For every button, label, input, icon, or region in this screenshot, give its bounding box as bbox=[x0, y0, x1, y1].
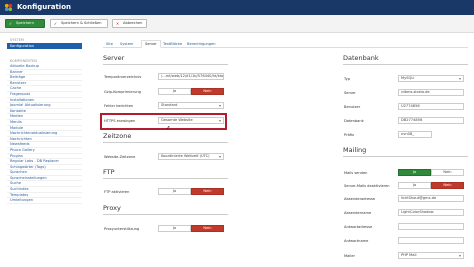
cancel-button[interactable]: ✕ Abbrechen bbox=[112, 19, 147, 28]
page-title: Konfiguration bbox=[17, 3, 71, 11]
toolbar: ✓ Speichern ✓ Speichern & Schließen ✕ Ab… bbox=[0, 15, 474, 33]
from-name-input[interactable]: LightColorShadow bbox=[398, 209, 464, 216]
proxy-yes-toggle[interactable]: Ja bbox=[158, 225, 191, 232]
db-server-input[interactable]: rdbms.strato.de bbox=[398, 89, 464, 96]
db-user-label: Benutzer bbox=[344, 105, 361, 109]
tab-berechtigungen[interactable]: Berechtigungen bbox=[187, 40, 216, 48]
disable-mass-mail-label: Server-Mails deaktivieren bbox=[344, 184, 390, 188]
timezone-label: Website-Zeitzone bbox=[104, 155, 136, 159]
from-name-label: Absendername bbox=[344, 211, 372, 215]
divider bbox=[103, 214, 228, 215]
reply-name-input[interactable] bbox=[398, 237, 464, 244]
section-heading-mailing: Mailing bbox=[343, 146, 367, 154]
disable-mass-mail-yes-toggle[interactable]: Ja bbox=[398, 182, 431, 189]
send-mail-yes-toggle[interactable]: Ja bbox=[398, 169, 431, 176]
save-close-button-label: Speichern & Schließen bbox=[61, 21, 102, 25]
divider bbox=[103, 178, 228, 179]
error-reporting-select[interactable]: Standard bbox=[158, 102, 224, 109]
from-address-input[interactable]: lichtShout@gmx.de bbox=[398, 195, 464, 202]
gzip-yes-toggle[interactable]: Ja bbox=[158, 88, 191, 95]
tab-system[interactable]: System bbox=[120, 40, 133, 48]
ftp-no-toggle[interactable]: Nein bbox=[191, 188, 224, 195]
send-mail-no-toggle[interactable]: Nein bbox=[431, 169, 464, 176]
temp-path-label: Temporärverzeichnis bbox=[104, 75, 142, 79]
sidebar: SYSTEM Konfiguration KOMPONENTEN Aktuell… bbox=[7, 38, 82, 267]
app-header: Konfiguration bbox=[0, 0, 474, 15]
tab-site[interactable]: Site bbox=[106, 40, 113, 48]
section-heading-server: Server bbox=[103, 54, 125, 62]
save-close-button[interactable]: ✓ Speichern & Schließen bbox=[50, 19, 108, 28]
disable-mass-mail-no-toggle[interactable]: Nein bbox=[431, 182, 464, 189]
send-mail-label: Mails senden bbox=[344, 171, 368, 175]
reply-address-input[interactable] bbox=[398, 223, 464, 230]
ftp-yes-toggle[interactable]: Ja bbox=[158, 188, 191, 195]
reply-address-label: Antwortadresse bbox=[344, 225, 373, 229]
db-server-label: Server bbox=[344, 91, 356, 95]
db-user-input[interactable]: U2774856 bbox=[398, 103, 464, 110]
cancel-button-label: Abbrechen bbox=[123, 21, 143, 25]
temp-path-input[interactable]: /...mt/web/12/d1/1b/576440/ht/ktor bbox=[158, 73, 224, 80]
mouse-cursor-icon: ➚ bbox=[166, 125, 171, 131]
ftp-enable-label: FTP aktivieren bbox=[104, 190, 130, 194]
tab-bar: Site System Server TextBlöcke Berechtigu… bbox=[103, 40, 468, 48]
section-heading-timezone: Zeitzone bbox=[103, 132, 132, 140]
joomla-icon[interactable] bbox=[4, 3, 13, 12]
divider bbox=[103, 142, 228, 143]
gzip-label: Gzip-Komprimierung bbox=[104, 90, 141, 94]
divider bbox=[343, 156, 468, 157]
force-https-label: HTTPS erzwingen bbox=[104, 119, 136, 123]
mailer-label: Mailer bbox=[344, 254, 355, 258]
check-icon: ✓ bbox=[53, 21, 58, 26]
proxy-no-toggle[interactable]: Nein bbox=[191, 225, 224, 232]
reply-name-label: Antwortname bbox=[344, 239, 369, 243]
mailer-select[interactable]: PHP Mail bbox=[398, 252, 464, 259]
proxy-enable-label: Proxyunterstützung bbox=[104, 227, 140, 231]
force-https-select[interactable]: Gesamte Website bbox=[158, 117, 224, 124]
gzip-no-toggle[interactable]: Nein bbox=[191, 88, 224, 95]
timezone-select[interactable]: Koordinierte Weltzeit (UTC) bbox=[158, 153, 224, 160]
db-prefix-input[interactable]: nvn08_ bbox=[398, 131, 432, 138]
db-name-input[interactable]: DB2774856 bbox=[398, 117, 464, 124]
db-prefix-label: Präfix bbox=[344, 133, 355, 137]
check-icon: ✓ bbox=[8, 21, 13, 26]
tab-textbloecke[interactable]: TextBlöcke bbox=[163, 40, 182, 48]
divider bbox=[103, 64, 228, 65]
db-type-label: Typ bbox=[344, 77, 351, 81]
db-type-select[interactable]: MySQLi bbox=[398, 75, 464, 82]
from-address-label: Absenderadresse bbox=[344, 197, 376, 201]
section-heading-proxy: Proxy bbox=[103, 204, 121, 212]
close-icon: ✕ bbox=[115, 21, 120, 26]
error-reporting-label: Fehler berichten bbox=[104, 104, 134, 108]
divider bbox=[343, 64, 468, 65]
section-heading-ftp: FTP bbox=[103, 168, 115, 176]
section-heading-database: Datenbank bbox=[343, 54, 379, 62]
db-name-label: Datenbank bbox=[344, 119, 364, 123]
sidebar-item[interactable]: Umleitungen bbox=[7, 198, 82, 204]
save-button[interactable]: ✓ Speichern bbox=[5, 19, 45, 28]
tab-server[interactable]: Server bbox=[141, 40, 161, 48]
save-button-label: Speichern bbox=[16, 21, 34, 25]
